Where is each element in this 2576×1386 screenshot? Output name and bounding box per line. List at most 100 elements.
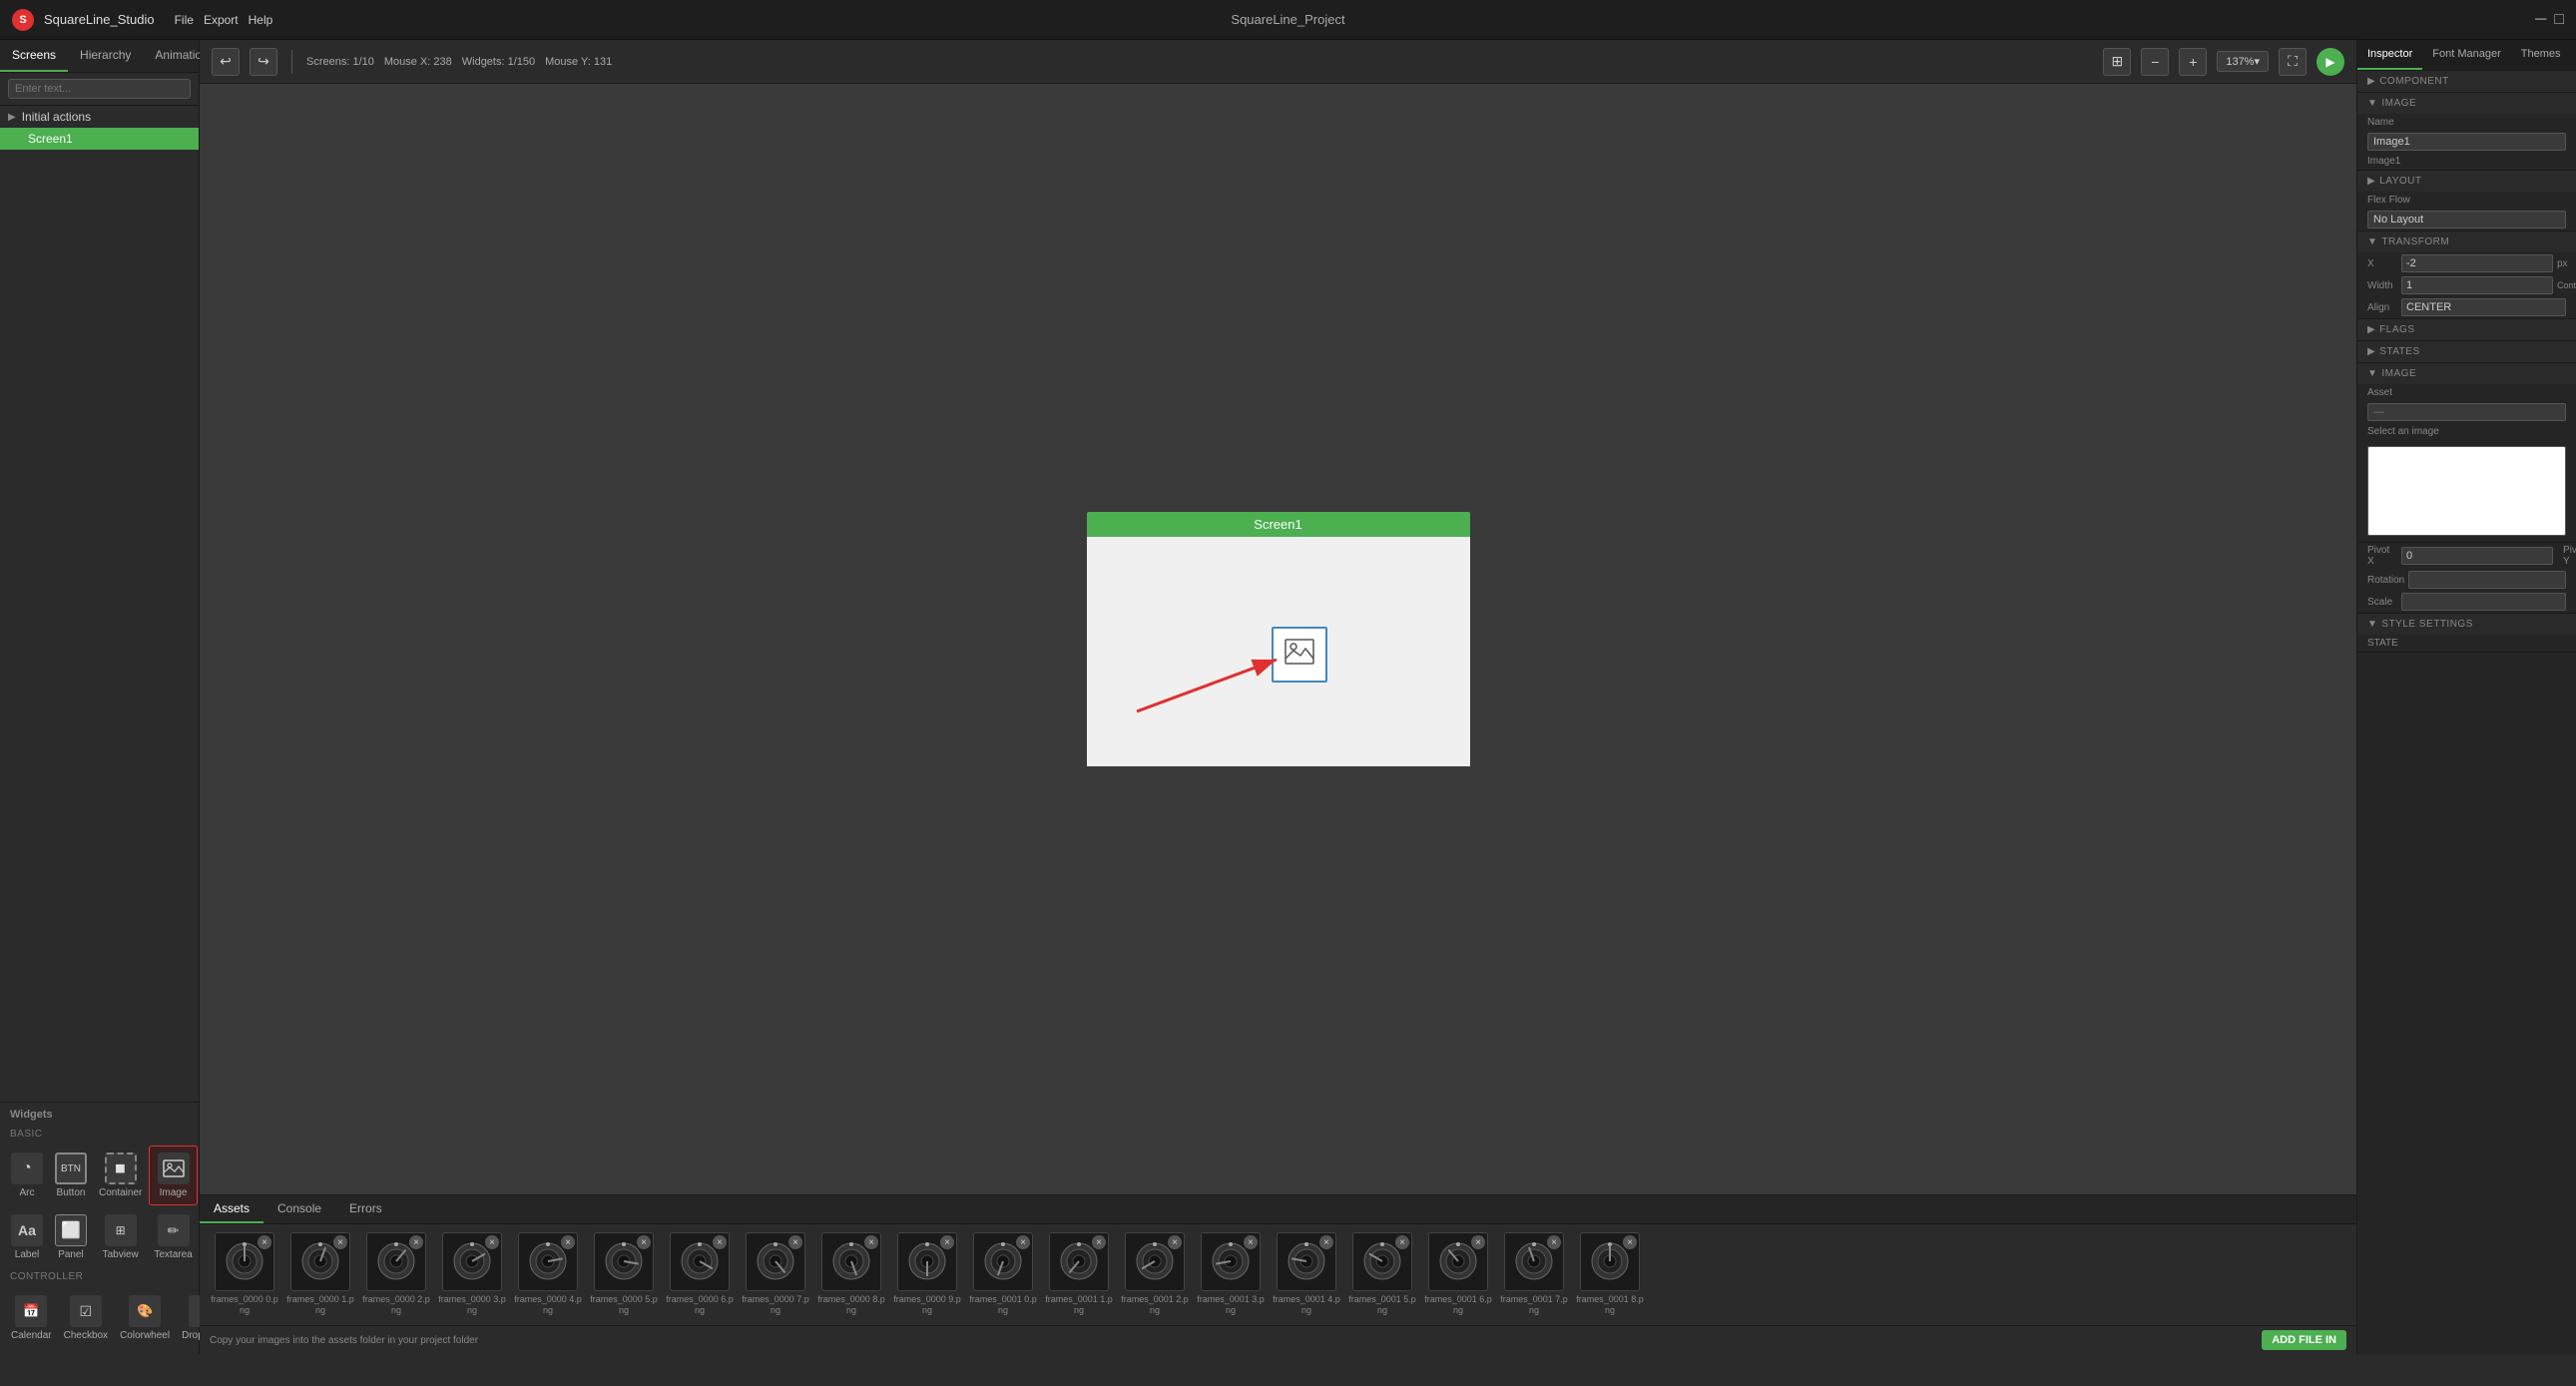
- tab-inspector[interactable]: Inspector: [2357, 40, 2422, 70]
- tab-screens[interactable]: Screens: [0, 40, 68, 72]
- states-section-title[interactable]: ▶ States: [2357, 341, 2576, 362]
- asset-delete-button[interactable]: ×: [1395, 1235, 1409, 1249]
- widget-colorwheel[interactable]: 🎨 Colorwheel: [115, 1288, 175, 1348]
- asset-delete-button[interactable]: ×: [637, 1235, 651, 1249]
- asset-delete-button[interactable]: ×: [1471, 1235, 1485, 1249]
- tree-item-screen1[interactable]: Screen1: [0, 128, 199, 150]
- asset-item[interactable]: ×frames_0000 4.png: [513, 1232, 583, 1317]
- asset-item[interactable]: ×frames_0001 1.png: [1044, 1232, 1114, 1317]
- asset-item[interactable]: ×frames_0001 3.png: [1196, 1232, 1266, 1317]
- widget-label[interactable]: Aa Label: [6, 1207, 48, 1267]
- width-input[interactable]: [2401, 276, 2553, 294]
- tab-assets[interactable]: Assets: [200, 1195, 263, 1223]
- pivot-x-input[interactable]: [2401, 547, 2553, 565]
- asset-delete-button[interactable]: ×: [409, 1235, 423, 1249]
- tab-themes[interactable]: Themes: [2511, 40, 2571, 70]
- asset-delete-button[interactable]: ×: [788, 1235, 802, 1249]
- asset-delete-button[interactable]: ×: [561, 1235, 575, 1249]
- asset-item[interactable]: × frames_0001 7.png: [1499, 1232, 1569, 1317]
- widget-container[interactable]: ⬜ Container: [94, 1146, 147, 1205]
- minimize-button[interactable]: ─: [2535, 11, 2546, 29]
- asset-delete-button[interactable]: ×: [485, 1235, 499, 1249]
- tab-hierarchy[interactable]: Hierarchy: [68, 40, 143, 72]
- widget-arc[interactable]: ◔ Arc: [6, 1146, 48, 1205]
- asset-delete-button[interactable]: ×: [258, 1235, 271, 1249]
- asset-item[interactable]: ×frames_0000 2.png: [361, 1232, 431, 1317]
- asset-delete-button[interactable]: ×: [333, 1235, 347, 1249]
- tab-errors[interactable]: Errors: [335, 1195, 396, 1223]
- screen-content[interactable]: [1087, 537, 1470, 766]
- asset-input[interactable]: [2367, 403, 2566, 421]
- search-input[interactable]: [8, 79, 191, 99]
- search-box: [0, 73, 199, 106]
- asset-item[interactable]: ×frames_0000 6.png: [665, 1232, 735, 1317]
- widget-image[interactable]: Image: [149, 1146, 197, 1205]
- zoom-out-button[interactable]: −: [2141, 48, 2169, 76]
- image-widget[interactable]: [1272, 627, 1327, 683]
- undo-button[interactable]: ↩: [212, 48, 240, 76]
- asset-delete-button[interactable]: ×: [864, 1235, 878, 1249]
- add-file-button[interactable]: ADD FILE IN: [2262, 1330, 2346, 1350]
- asset-delete-button[interactable]: ×: [713, 1235, 727, 1249]
- asset-delete-button[interactable]: ×: [1319, 1235, 1333, 1249]
- scale-input[interactable]: [2401, 593, 2566, 611]
- file-menu[interactable]: File: [175, 13, 194, 27]
- asset-item[interactable]: ×frames_0000 1.png: [285, 1232, 355, 1317]
- layout-section-title[interactable]: ▶ Layout: [2357, 171, 2576, 192]
- asset-label: frames_0001 7.png: [1499, 1294, 1569, 1317]
- tab-hide[interactable]: Hide: [2570, 40, 2576, 70]
- asset-item[interactable]: ×frames_0001 0.png: [968, 1232, 1038, 1317]
- play-button[interactable]: ▶: [2317, 48, 2344, 76]
- tree-item-initial-actions[interactable]: ▶ Initial actions: [0, 106, 199, 128]
- x-input[interactable]: [2401, 254, 2553, 272]
- asset-item[interactable]: ×frames_0000 7.png: [741, 1232, 810, 1317]
- name-input[interactable]: [2367, 133, 2566, 151]
- widget-tabview[interactable]: ⊞ Tabview: [94, 1207, 147, 1267]
- style-settings-title[interactable]: ▼ STYLE SETTINGS: [2357, 614, 2576, 635]
- export-menu[interactable]: Export: [204, 13, 239, 27]
- widget-calendar[interactable]: 📅 Calendar: [6, 1288, 57, 1348]
- asset-delete-button[interactable]: ×: [1016, 1235, 1030, 1249]
- asset-item[interactable]: ×frames_0000 3.png: [437, 1232, 507, 1317]
- asset-item[interactable]: ×frames_0001 2.png: [1120, 1232, 1190, 1317]
- component-section-title[interactable]: ▶ COMPONENT: [2357, 71, 2576, 92]
- asset-item[interactable]: ×frames_0000 0.png: [210, 1232, 279, 1317]
- image-preview-box[interactable]: [2367, 446, 2566, 536]
- asset-delete-button[interactable]: ×: [1168, 1235, 1182, 1249]
- image-sub-section-title[interactable]: ▼ Image: [2357, 363, 2576, 384]
- textarea-icon: ✏: [158, 1214, 190, 1246]
- fullscreen-button[interactable]: ⛶: [2279, 48, 2307, 76]
- flex-flow-input[interactable]: [2367, 211, 2566, 229]
- asset-label: frames_0001 5.png: [1347, 1294, 1417, 1317]
- zoom-level[interactable]: 137%▾: [2217, 51, 2269, 72]
- rotation-input[interactable]: [2408, 571, 2566, 589]
- help-menu[interactable]: Help: [249, 13, 273, 27]
- asset-item[interactable]: ×frames_0001 8.png: [1575, 1232, 1645, 1317]
- asset-delete-button[interactable]: ×: [1092, 1235, 1106, 1249]
- asset-item[interactable]: ×frames_0000 9.png: [892, 1232, 962, 1317]
- asset-item[interactable]: ×frames_0000 8.png: [816, 1232, 886, 1317]
- tab-console[interactable]: Console: [263, 1195, 335, 1223]
- widget-panel[interactable]: ⬜ Panel: [50, 1207, 92, 1267]
- image-section-title[interactable]: ▼ IMAGE: [2357, 93, 2576, 114]
- transform-section-title[interactable]: ▼ Transform: [2357, 231, 2576, 252]
- widget-textarea[interactable]: ✏ Textarea: [149, 1207, 197, 1267]
- asset-delete-button[interactable]: ×: [1623, 1235, 1637, 1249]
- asset-item[interactable]: ×frames_0001 4.png: [1272, 1232, 1341, 1317]
- asset-delete-button[interactable]: ×: [1547, 1235, 1561, 1249]
- fit-button[interactable]: ⊞: [2103, 48, 2131, 76]
- asset-delete-button[interactable]: ×: [1244, 1235, 1258, 1249]
- redo-button[interactable]: ↪: [250, 48, 277, 76]
- asset-delete-button[interactable]: ×: [940, 1235, 954, 1249]
- maximize-button[interactable]: □: [2554, 11, 2564, 29]
- widget-button[interactable]: BTN Button: [50, 1146, 92, 1205]
- canvas-area[interactable]: Screen1: [200, 84, 2356, 1194]
- asset-item[interactable]: × frames_0001 5.png: [1347, 1232, 1417, 1317]
- asset-item[interactable]: ×frames_0001 6.png: [1423, 1232, 1493, 1317]
- flags-section-title[interactable]: ▶ Flags: [2357, 319, 2576, 340]
- widget-checkbox[interactable]: ☑ Checkbox: [59, 1288, 113, 1348]
- zoom-in-button[interactable]: +: [2179, 48, 2207, 76]
- asset-item[interactable]: ×frames_0000 5.png: [589, 1232, 659, 1317]
- align-input[interactable]: [2401, 298, 2566, 316]
- tab-font-manager[interactable]: Font Manager: [2422, 40, 2510, 70]
